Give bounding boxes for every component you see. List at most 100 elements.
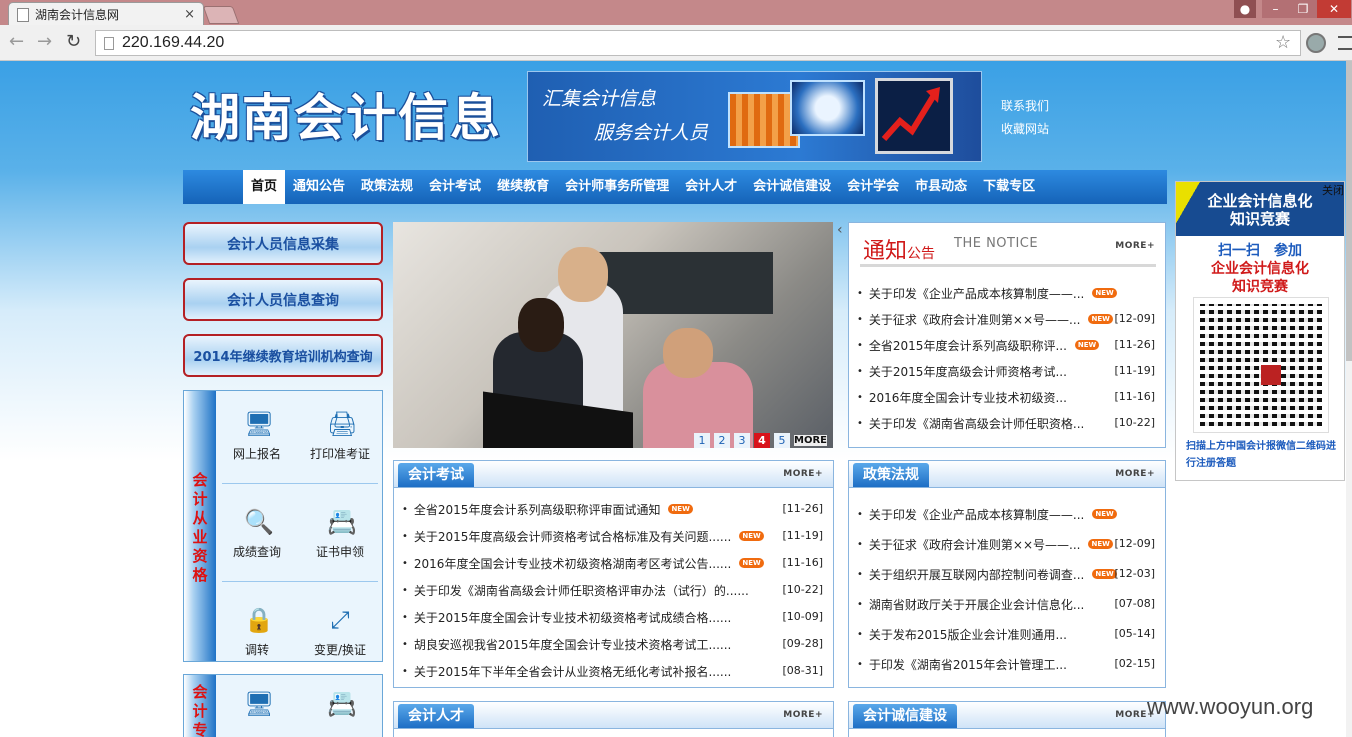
ad-scan-text: 扫一扫 参加 — [1218, 243, 1302, 259]
exam-item-date: [11-19] — [782, 529, 823, 542]
change-certificate-button[interactable]: ⤢ 变更/换证 — [300, 607, 380, 658]
list-item[interactable]: • 2016年度全国会计专业技术初级资格湖南考区考试公告...... NEW [11-… — [402, 553, 823, 573]
slide-2-button[interactable]: 2 — [714, 433, 730, 448]
divider — [222, 483, 378, 484]
list-item[interactable]: • 关于发布2015版企业会计准则通用... [05-14] — [857, 624, 1155, 644]
list-item[interactable]: • 关于征求《政府会计准则第××号——... NEW [12-09] — [857, 534, 1155, 554]
list-item[interactable]: • 关于征求《政府会计准则第××号——... NEW [12-09] — [857, 309, 1155, 329]
ad-close-button[interactable]: 关闭 — [1322, 182, 1344, 198]
nav-firm-management[interactable]: 会计师事务所管理 — [557, 170, 677, 204]
policy-item-title: 于印发《湖南省2015年会计管理工... — [868, 657, 1067, 672]
list-item[interactable]: • 关于2015年度高级会计师资格考试合格标准及有关问题...... NEW [11-… — [402, 526, 823, 546]
slider-pager: 1 2 3 4 5 MORE — [694, 433, 827, 448]
nav-city-news[interactable]: 市县动态 — [907, 170, 975, 204]
policy-item-date: [12-09] — [1114, 537, 1155, 550]
policy-item-date: [07-08] — [1114, 597, 1155, 610]
info-collect-button[interactable]: 会计人员信息采集 — [183, 222, 383, 265]
site-logo[interactable]: 湖南会计信息 — [190, 78, 502, 150]
info-query-button[interactable]: 会计人员信息查询 — [183, 278, 383, 321]
online-registration-button[interactable]: 🖥 网上报名 — [217, 411, 297, 462]
transfer-label: 调转 — [244, 643, 269, 657]
scrollbar-thumb[interactable] — [1346, 61, 1352, 361]
exam-item-date: [09-28] — [782, 637, 823, 650]
transfer-button[interactable]: 🔒 调转 — [217, 607, 297, 658]
exam-more-link[interactable]: MORE+ — [783, 469, 823, 479]
maximize-button[interactable]: ❐ — [1289, 0, 1317, 18]
nav-education[interactable]: 继续教育 — [489, 170, 557, 204]
back-icon[interactable]: ← — [9, 31, 24, 52]
slide-4-button[interactable]: 4 — [754, 433, 770, 448]
nav-downloads[interactable]: 下载专区 — [975, 170, 1043, 204]
new-badge: NEW — [1074, 340, 1100, 350]
news-slider-image[interactable] — [393, 222, 833, 448]
nav-society[interactable]: 会计学会 — [839, 170, 907, 204]
slide-1-button[interactable]: 1 — [694, 433, 710, 448]
notice-item-title: 关于征求《政府会计准则第××号——... — [868, 312, 1081, 327]
training-query-button[interactable]: 2014年继续教育培训机构查询 — [183, 334, 383, 377]
notice-item-title: 全省2015年度会计系列高级职称评... — [868, 338, 1067, 353]
list-item[interactable]: • 关于印发《企业产品成本核算制度——... NEW — [857, 283, 1155, 303]
main-nav: 首页 通知公告 政策法规 会计考试 继续教育 会计师事务所管理 会计人才 会计诚… — [183, 170, 1167, 204]
list-item[interactable]: • 胡良安巡视我省2015年度全国会计专业技术资格考试工...... [09-28] — [402, 634, 823, 654]
list-item[interactable]: • 关于印发《企业产品成本核算制度——... NEW — [857, 504, 1155, 524]
contact-link[interactable]: 联系我们 — [1001, 95, 1049, 118]
list-item[interactable]: • 湖南省财政厅关于开展企业会计信息化... [07-08] — [857, 594, 1155, 614]
professional-registration-button[interactable]: 🖥 — [217, 691, 297, 725]
integrity-panel-title[interactable]: 会计诚信建设 — [853, 704, 957, 728]
talent-more-link[interactable]: MORE+ — [783, 710, 823, 720]
professional-certificate-button[interactable]: 📇 — [300, 691, 380, 725]
exam-item-date: [10-22] — [782, 583, 823, 596]
notice-item-date: [12-09] — [1114, 312, 1155, 325]
notice-more-link[interactable]: MORE+ — [1115, 241, 1155, 251]
close-window-button[interactable]: ✕ — [1317, 0, 1351, 18]
address-bar[interactable]: 220.169.44.20 — [95, 30, 1301, 56]
new-badge: NEW — [1088, 539, 1113, 549]
nav-policy[interactable]: 政策法规 — [353, 170, 421, 204]
talent-panel-title[interactable]: 会计人才 — [398, 704, 474, 728]
nav-talent[interactable]: 会计人才 — [677, 170, 745, 204]
notice-heading-sub: 公告 — [907, 246, 936, 262]
browser-tab[interactable]: 湖南会计信息网 × — [8, 2, 204, 26]
chevron-left-icon[interactable]: ‹ — [837, 222, 843, 238]
new-badge: NEW — [1092, 569, 1117, 579]
slide-5-button[interactable]: 5 — [774, 433, 790, 448]
print-admission-button[interactable]: 🖨 打印准考证 — [300, 411, 380, 462]
list-item[interactable]: • 于印发《湖南省2015年会计管理工... [02-15] — [857, 654, 1155, 674]
exam-panel: 会计考试 MORE+ • 全省2015年度会计系列高级职称评审面试通知 NEW [11… — [393, 460, 834, 688]
list-item[interactable]: • 全省2015年度会计系列高级职称评审面试通知 NEW [11-26] — [402, 499, 823, 519]
minimize-button[interactable]: – — [1262, 0, 1289, 18]
slide-3-button[interactable]: 3 — [734, 433, 750, 448]
notice-item-title: 2016年度全国会计专业技术初级资... — [868, 390, 1067, 405]
quiz-ad[interactable]: 企业会计信息化 知识竞赛 扫一扫 参加 企业会计信息化 知识竞赛 扫描上方中国会… — [1175, 181, 1345, 481]
list-item[interactable]: • 2016年度全国会计专业技术初级资... [11-16] — [857, 387, 1155, 407]
slider-more-link[interactable]: MORE — [794, 435, 827, 446]
reload-icon[interactable]: ↻ — [66, 31, 81, 52]
new-tab-button[interactable] — [202, 6, 240, 24]
list-item[interactable]: • 关于2015年下半年全省会计从业资格无纸化考试补报名...... [08-31] — [402, 661, 823, 681]
list-item[interactable]: • 关于2015年度全国会计专业技术初级资格考试成绩合格...... [10-09] — [402, 607, 823, 627]
list-item[interactable]: • 关于2015年度高级会计师资格考试... [11-19] — [857, 361, 1155, 381]
ad-title: 企业会计信息化 知识竞赛 — [1176, 182, 1344, 236]
forward-icon[interactable]: → — [37, 31, 52, 52]
exam-panel-title[interactable]: 会计考试 — [398, 463, 474, 487]
bookmark-star-icon[interactable]: ☆ — [1275, 32, 1291, 53]
list-item[interactable]: • 关于组织开展互联网内部控制问卷调查... NEW [12-03] — [857, 564, 1155, 584]
certificate-apply-button[interactable]: 📇 证书申领 — [300, 509, 380, 560]
bookmark-site-link[interactable]: 收藏网站 — [1001, 118, 1049, 141]
nav-home[interactable]: 首页 — [243, 170, 286, 204]
score-query-button[interactable]: 🔍 成绩查询 — [217, 509, 297, 560]
nav-exam[interactable]: 会计考试 — [421, 170, 489, 204]
policy-panel-title[interactable]: 政策法规 — [853, 463, 929, 487]
user-icon[interactable]: ● — [1234, 0, 1256, 18]
list-item[interactable]: • 关于印发《湖南省高级会计师任职资格... [10-22] — [857, 413, 1155, 433]
menu-icon[interactable] — [1338, 36, 1352, 50]
monitor-icon: 🖥 — [244, 690, 275, 718]
nav-notice[interactable]: 通知公告 — [285, 170, 353, 204]
policy-more-link[interactable]: MORE+ — [1115, 469, 1155, 479]
extension-icon[interactable] — [1306, 33, 1326, 53]
tab-close-icon[interactable]: × — [184, 7, 195, 22]
list-item[interactable]: • 全省2015年度会计系列高级职称评... NEW [11-26] — [857, 335, 1155, 355]
header-links: 联系我们 收藏网站 — [1001, 95, 1049, 141]
nav-integrity[interactable]: 会计诚信建设 — [745, 170, 839, 204]
list-item[interactable]: • 关于印发《湖南省高级会计师任职资格评审办法（试行）的...... [10-22] — [402, 580, 823, 600]
